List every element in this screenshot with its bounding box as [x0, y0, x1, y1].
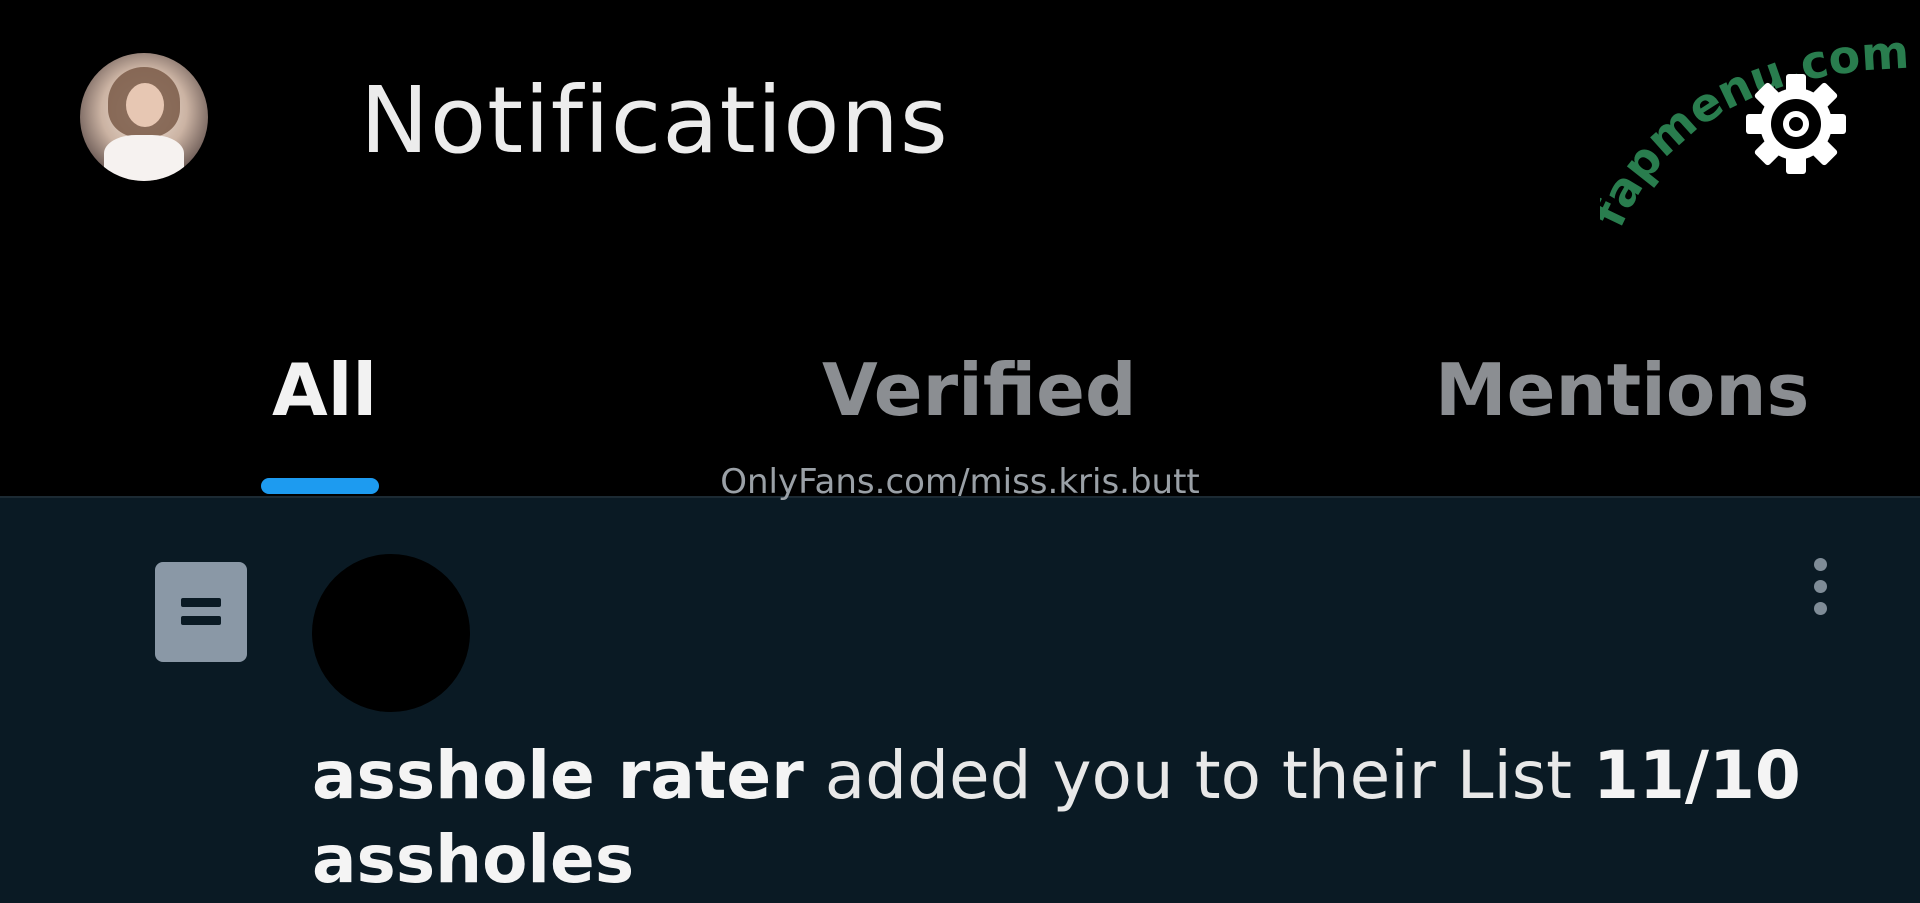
notifications-screen: Notifications fapmenu.com [0, 0, 1920, 903]
notification-text: asshole rater added you to their List 11… [312, 734, 1852, 902]
page-title: Notifications [360, 67, 949, 174]
menu-dot [1814, 558, 1827, 571]
menu-dot [1814, 580, 1827, 593]
menu-dot [1814, 602, 1827, 615]
notification-action-text: added you to their List [803, 737, 1594, 814]
tab-mentions[interactable]: Mentions [1435, 345, 1809, 435]
onlyfans-url-watermark: OnlyFans.com/miss.kris.butt [720, 462, 1200, 502]
notification-item[interactable]: asshole rater added you to their List 11… [0, 496, 1920, 903]
tab-verified[interactable]: Verified [822, 345, 1137, 435]
avatar-top-shape [104, 135, 184, 181]
gear-icon [1746, 74, 1846, 174]
actor-avatar[interactable] [312, 554, 470, 712]
app-header: Notifications fapmenu.com [0, 0, 1920, 250]
list-icon [155, 562, 247, 662]
actor-name-link[interactable]: asshole rater [312, 737, 804, 814]
profile-avatar[interactable] [80, 53, 208, 181]
list-icon-bar [181, 616, 221, 625]
settings-gear-icon[interactable] [1740, 68, 1852, 180]
list-icon-bar [181, 598, 221, 607]
tab-all[interactable]: All [272, 345, 377, 435]
more-vertical-icon[interactable] [1804, 556, 1836, 626]
avatar-face-shape [126, 83, 164, 127]
